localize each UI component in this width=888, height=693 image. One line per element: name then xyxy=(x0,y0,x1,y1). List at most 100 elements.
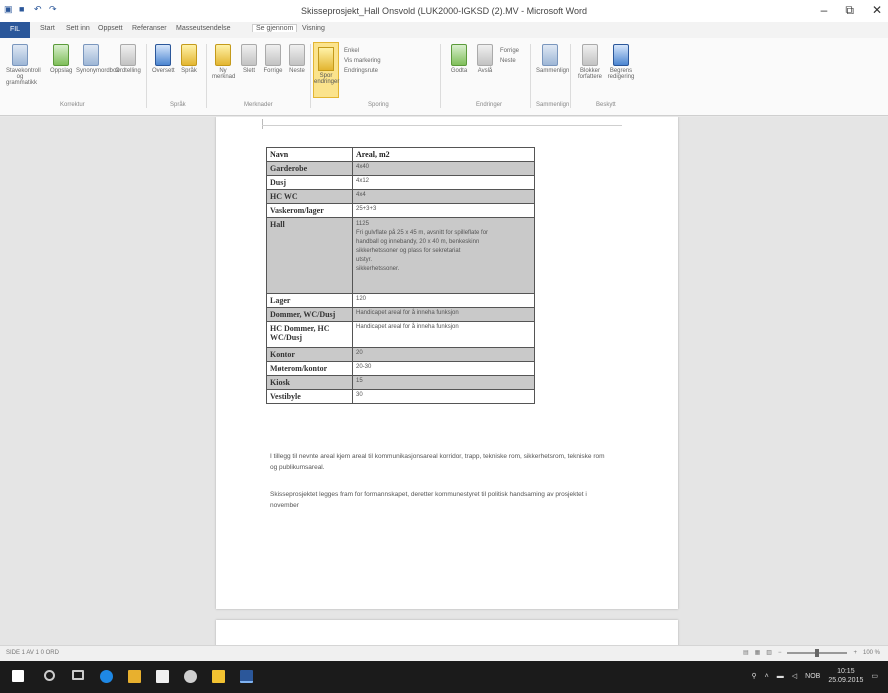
new-comment-button[interactable]: Ny merknad xyxy=(212,44,235,80)
restrict-editing-button[interactable]: Begrens redigering xyxy=(606,44,636,80)
accept-button[interactable]: Godta xyxy=(448,44,470,74)
notifications-icon[interactable]: ▭ xyxy=(871,672,878,680)
thesaurus-button[interactable]: Synonymordbok xyxy=(76,44,119,74)
ribbon-separator xyxy=(310,44,311,108)
word-count-button[interactable]: Ordtelling xyxy=(114,44,142,74)
folder-icon[interactable] xyxy=(212,670,225,683)
web-layout-icon[interactable]: ▥ xyxy=(766,649,772,656)
view-zoom-controls: ▤ ▦ ▥ − + 100 % xyxy=(743,648,880,657)
tab-view[interactable]: Visning xyxy=(302,25,325,32)
body-paragraph[interactable]: I tillegg til nevnte areal kjem areal ti… xyxy=(270,451,610,473)
volume-icon[interactable]: ◁ xyxy=(792,672,797,680)
spellcheck-button[interactable]: Stavekontroll og grammatikk xyxy=(6,44,41,86)
group-label-comments: Merknader xyxy=(244,102,273,108)
room-name: Vestibyle xyxy=(266,389,353,404)
clock-time: 10:15 xyxy=(837,668,855,675)
file-explorer-icon[interactable] xyxy=(128,670,141,683)
previous-change-button[interactable]: Forrige xyxy=(500,46,519,56)
previous-comment-button[interactable]: Forrige xyxy=(262,44,284,74)
close-button[interactable]: ✕ xyxy=(872,3,882,18)
button-label: Neste xyxy=(289,68,305,74)
read-mode-icon[interactable]: ▤ xyxy=(743,649,749,656)
tab-file[interactable]: FIL xyxy=(0,22,30,38)
tab-layout[interactable]: Oppsett xyxy=(98,25,123,32)
block-authors-button[interactable]: Blokker forfattere xyxy=(576,44,604,80)
room-name: Garderobe xyxy=(266,161,353,176)
network-icon[interactable]: ▬ xyxy=(777,673,784,680)
table-row: Dusj 4x12 xyxy=(266,175,535,190)
clock-date: 25.09.2015 xyxy=(828,677,864,684)
room-area: 1125 xyxy=(356,221,369,227)
ribbon-separator xyxy=(570,44,571,108)
room-name: Kontor xyxy=(266,347,353,362)
markup-display-select[interactable]: Enkel xyxy=(344,46,381,56)
zoom-in-icon[interactable]: + xyxy=(853,650,857,656)
tab-home[interactable]: Start xyxy=(40,25,55,32)
room-description-line: sikkerhetssoner og plass for sekretariat xyxy=(356,248,461,254)
clock[interactable]: 10:15 25.09.2015 xyxy=(828,667,863,685)
button-label: Spor endringer xyxy=(314,73,340,85)
status-bar: SIDE 1 AV 1 0 ORD ▤ ▦ ▥ − + 100 % xyxy=(0,645,888,661)
reviewing-pane-menu[interactable]: Endringsrute xyxy=(344,66,381,76)
store-icon[interactable] xyxy=(156,670,169,683)
maximize-button[interactable]: ⧉ xyxy=(845,3,854,18)
margin-mark xyxy=(262,125,622,126)
table-header-row: Navn Areal, m2 xyxy=(266,147,535,162)
translate-icon xyxy=(155,44,171,66)
next-page[interactable] xyxy=(216,620,678,645)
room-area-table[interactable]: Navn Areal, m2 Garderobe 4x40 Dusj 4x12 … xyxy=(266,147,535,404)
compare-icon xyxy=(542,44,558,66)
language-indicator[interactable]: NOB xyxy=(805,673,820,680)
start-windows-icon[interactable] xyxy=(12,670,24,682)
button-label: Språk xyxy=(181,68,197,74)
delete-comment-icon xyxy=(241,44,257,66)
word-count-icon xyxy=(120,44,136,66)
button-label: Slett xyxy=(242,68,255,74)
change-navigation: Forrige Neste xyxy=(500,46,519,66)
app-icon[interactable] xyxy=(184,670,197,683)
button-label: Stavekontroll og grammatikk xyxy=(6,68,41,86)
chevron-up-icon[interactable]: ˄ xyxy=(765,673,769,680)
compare-button[interactable]: Sammenlign xyxy=(536,44,569,74)
window-title: Skisseprosjekt_Hall Onsvold (LUK2000-IGK… xyxy=(301,6,587,16)
room-area: 4x12 xyxy=(352,175,535,190)
edge-icon[interactable] xyxy=(100,670,113,683)
tab-insert[interactable]: Sett inn xyxy=(66,25,90,32)
document-page[interactable]: Navn Areal, m2 Garderobe 4x40 Dusj 4x12 … xyxy=(216,117,678,609)
tab-references[interactable]: Referanser xyxy=(132,25,167,32)
ribbon-separator xyxy=(146,44,147,108)
table-row: HC Dommer, HC WC/Dusj Handicapet areal f… xyxy=(266,321,535,348)
page-word-count[interactable]: SIDE 1 AV 1 0 ORD xyxy=(6,650,59,656)
translate-button[interactable]: Oversett xyxy=(152,44,175,74)
ribbon: Stavekontroll og grammatikk Oppslag Syno… xyxy=(0,38,888,116)
table-row: Møterom/kontor 20-30 xyxy=(266,361,535,376)
search-icon[interactable] xyxy=(44,670,55,681)
language-button[interactable]: Språk xyxy=(178,44,200,74)
define-icon xyxy=(53,44,69,66)
task-view-icon[interactable] xyxy=(72,670,84,680)
document-area[interactable]: Navn Areal, m2 Garderobe 4x40 Dusj 4x12 … xyxy=(0,117,888,645)
show-markup-menu[interactable]: Vis markering xyxy=(344,56,381,66)
print-layout-icon[interactable]: ▦ xyxy=(755,649,761,656)
spellcheck-icon xyxy=(12,44,28,66)
header-name: Navn xyxy=(266,147,353,162)
delete-comment-button[interactable]: Slett xyxy=(238,44,260,74)
next-comment-button[interactable]: Neste xyxy=(286,44,308,74)
tab-mailings[interactable]: Masseutsendelse xyxy=(176,25,230,32)
tab-review[interactable]: Se gjennom xyxy=(252,24,298,32)
body-paragraph[interactable]: Skisseprosjektet legges fram for formann… xyxy=(270,489,610,511)
word-taskbar-icon[interactable] xyxy=(240,670,253,683)
zoom-slider[interactable] xyxy=(787,648,848,657)
zoom-level[interactable]: 100 % xyxy=(863,650,880,656)
zoom-out-icon[interactable]: − xyxy=(778,650,782,656)
table-row: Lager 120 xyxy=(266,293,535,308)
room-description-line: handball og innebandy, 20 x 40 m, benkes… xyxy=(356,239,480,245)
room-name: HC Dommer, HC WC/Dusj xyxy=(266,321,353,348)
define-button[interactable]: Oppslag xyxy=(50,44,72,74)
track-changes-button[interactable]: Spor endringer xyxy=(313,42,339,98)
people-icon[interactable]: ⚲ xyxy=(752,672,757,680)
minimize-button[interactable]: – xyxy=(821,3,828,18)
room-area: Handicapet areal for å inneha funksjon xyxy=(352,321,535,348)
next-change-button[interactable]: Neste xyxy=(500,56,519,66)
reject-button[interactable]: Avslå xyxy=(474,44,496,74)
